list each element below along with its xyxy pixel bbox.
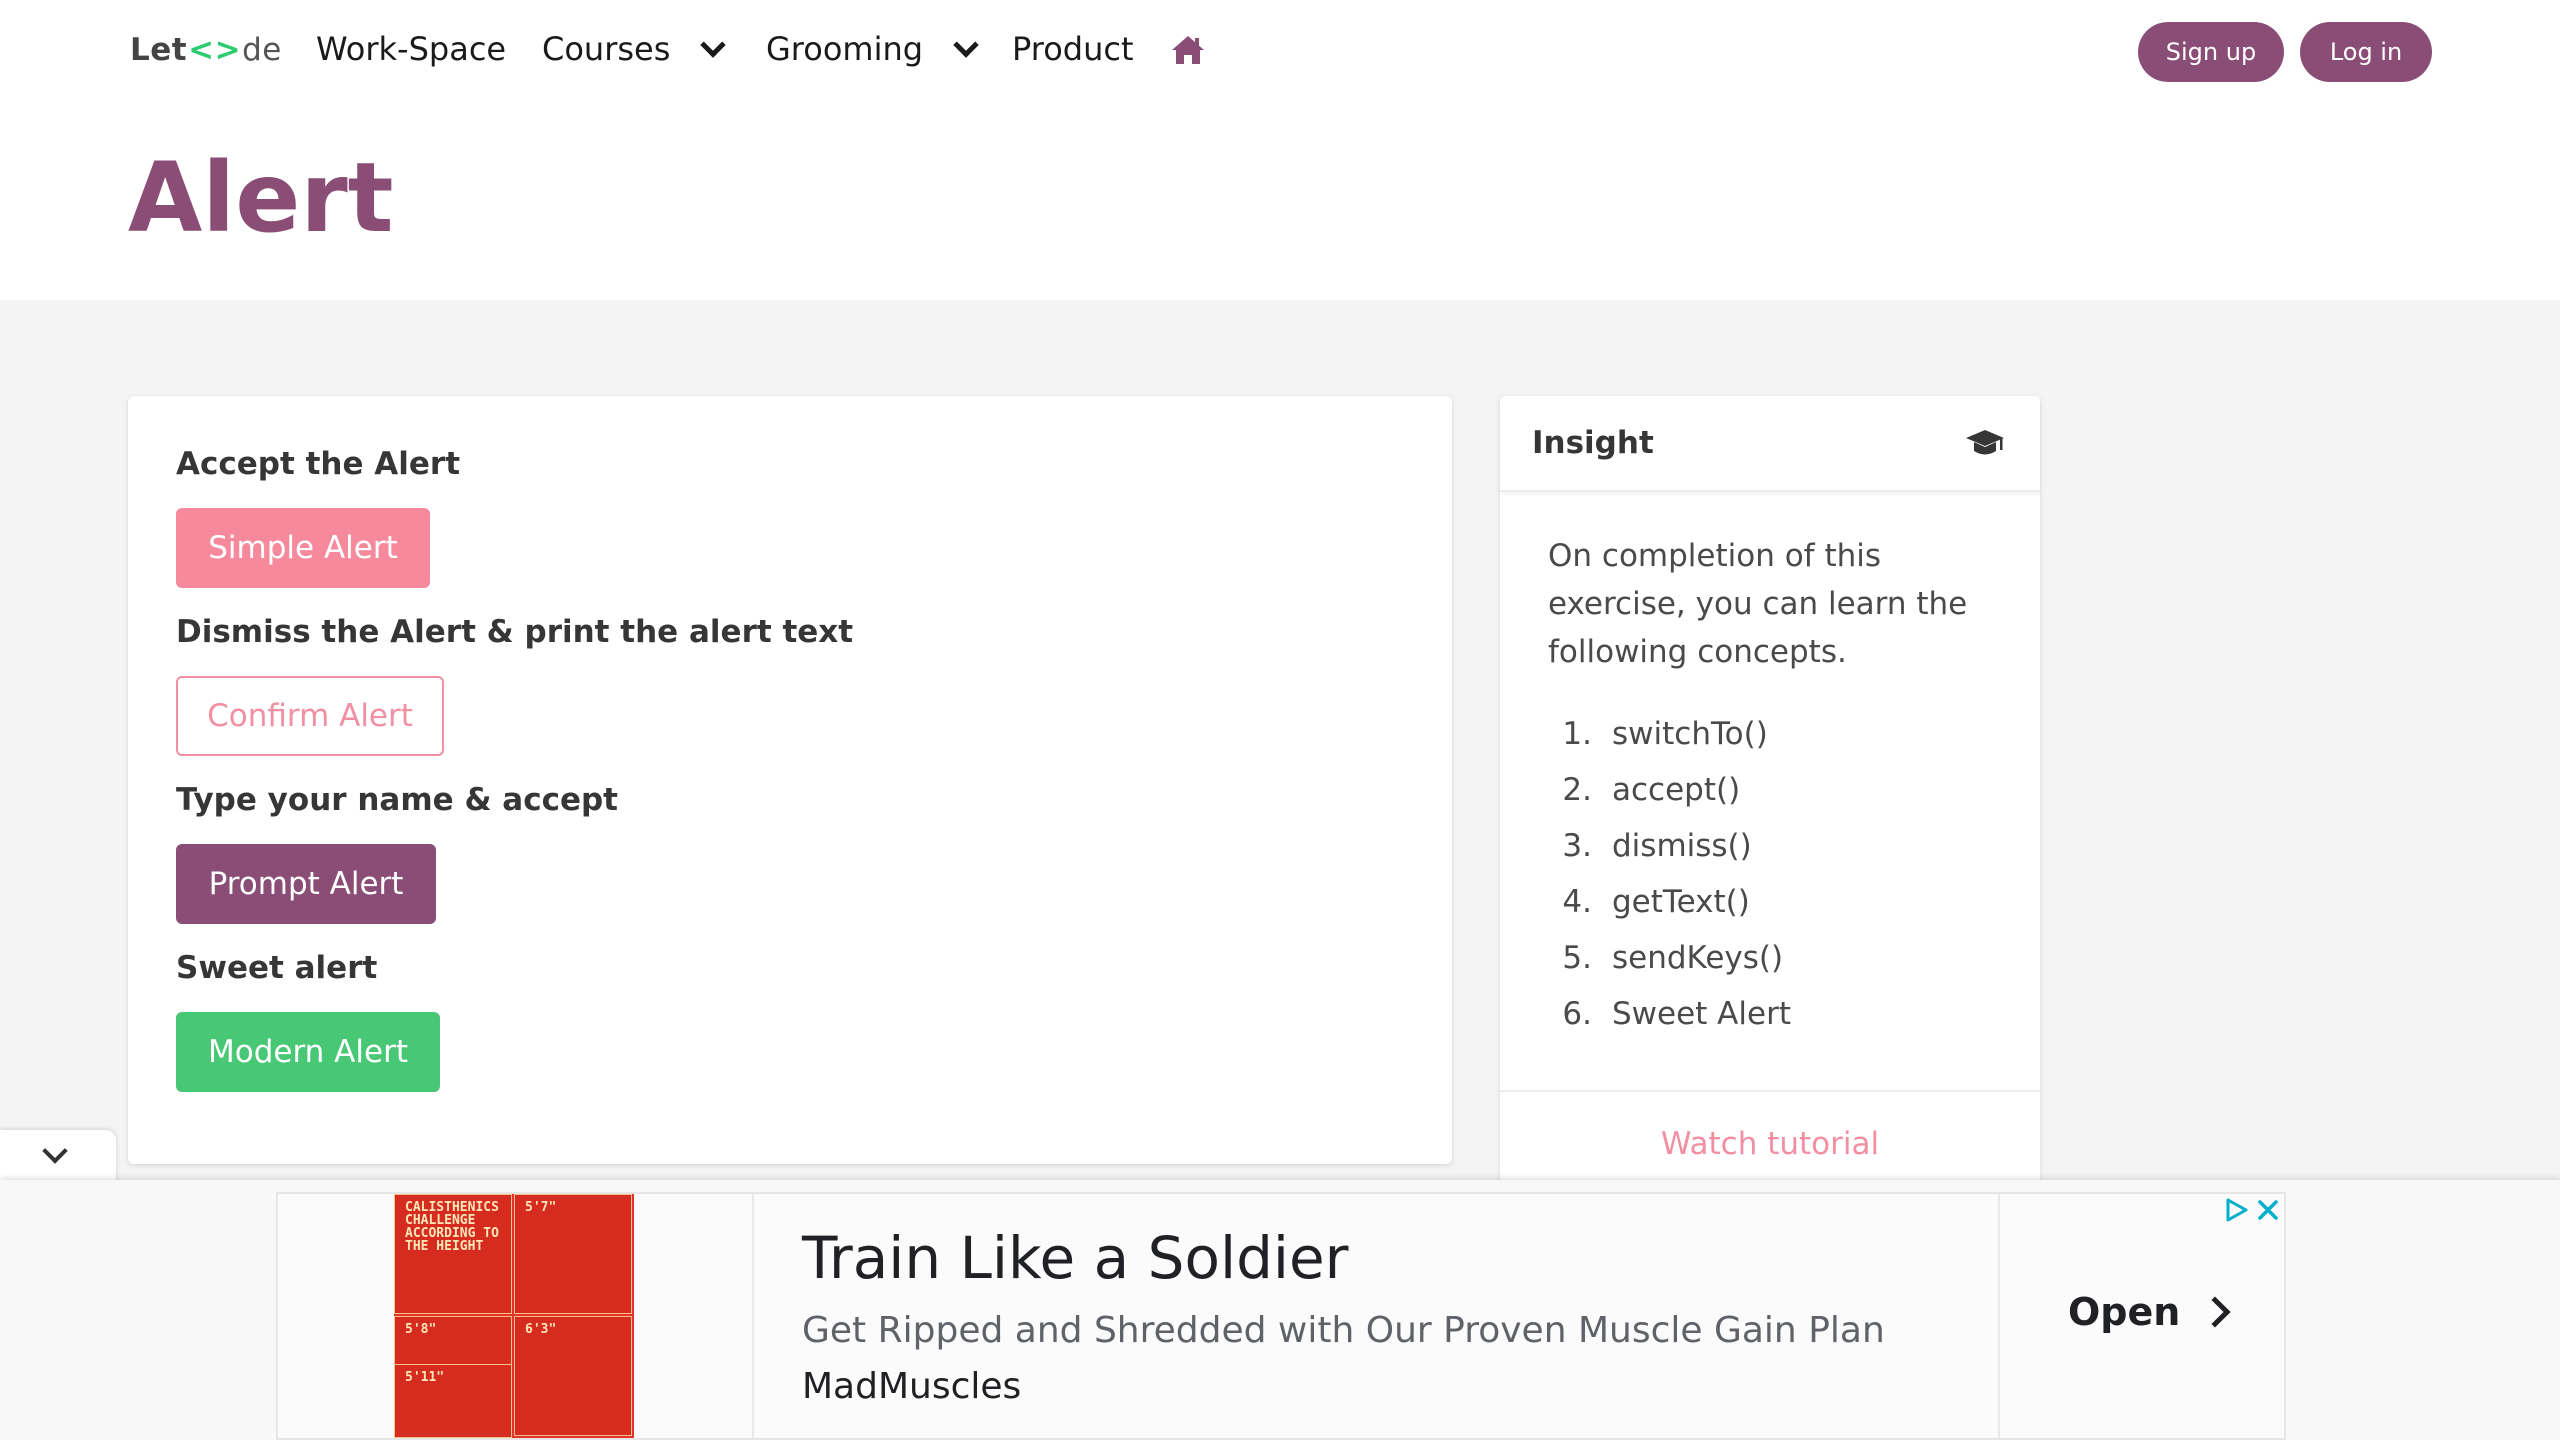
prompt-alert-label: Type your name & accept (176, 782, 618, 818)
ad-divider (1998, 1194, 2000, 1438)
ad-image-panel: CALISTHENICS CHALLENGE ACCORDING TO THE … (394, 1194, 512, 1314)
login-button[interactable]: Log in (2300, 22, 2432, 82)
concepts-list: 1. switchTo() 2. accept() 3. dismiss() 4. ge… (1548, 706, 1992, 1042)
nav-courses-dropdown[interactable]: Courses (542, 30, 727, 68)
ad-title[interactable]: Train Like a Soldier (802, 1224, 1349, 1292)
ad-image[interactable]: CALISTHENICS CHALLENGE ACCORDING TO THE … (394, 1194, 634, 1438)
ad-choices-icon[interactable] (2224, 1198, 2248, 1222)
insight-card: Insight On completion of this exercise, … (1500, 396, 2040, 1196)
alerts-card: Accept the Alert Simple Alert Dismiss th… (128, 396, 1452, 1164)
ad-image-panel: 5'7" (514, 1194, 632, 1314)
chevron-down-icon (953, 32, 979, 58)
ad-divider (752, 1194, 754, 1438)
accept-alert-label: Accept the Alert (176, 446, 461, 482)
ad-open-button[interactable]: Open (2068, 1290, 2231, 1334)
nav-grooming-dropdown[interactable]: Grooming (766, 30, 979, 68)
page-title: Alert (128, 142, 394, 254)
letcode-logo[interactable]: Let <> de (130, 32, 282, 68)
ad-collapse-toggle[interactable] (0, 1130, 116, 1184)
list-item: 4. getText() (1562, 884, 1750, 920)
nav-workspace-link[interactable]: Work-Space (316, 30, 506, 68)
home-icon[interactable] (1170, 34, 1206, 66)
simple-alert-button[interactable]: Simple Alert (176, 508, 430, 588)
graduation-cap-icon (1966, 430, 2004, 455)
chevron-right-icon (2199, 1296, 2231, 1328)
list-item: 2. accept() (1562, 772, 1741, 808)
navbar: Let <> de Work-Space Courses Grooming Prod… (0, 0, 2560, 104)
ad-image-panel: 5'11" (394, 1364, 512, 1438)
ad-brand: MadMuscles (802, 1366, 1022, 1407)
insight-intro: On completion of this exercise, you can … (1548, 538, 1968, 670)
ad-image-panel: 6'3" (514, 1316, 632, 1436)
list-item: 6. Sweet Alert (1562, 996, 1791, 1032)
list-item: 5. sendKeys() (1562, 940, 1784, 976)
insight-body: On completion of this exercise, you can … (1500, 492, 2040, 1042)
chevron-down-icon (700, 32, 727, 58)
chevron-down-icon (42, 1138, 68, 1164)
insight-title: Insight (1532, 425, 1654, 461)
ad-banner-bar: CALISTHENICS CHALLENGE ACCORDING TO THE … (0, 1180, 2560, 1440)
logo-code-glyph: <> (188, 32, 242, 68)
nav-product-link[interactable]: Product (1012, 30, 1134, 68)
modern-alert-button[interactable]: Modern Alert (176, 1012, 440, 1092)
page-hero: Alert (0, 104, 2560, 300)
sweet-alert-label: Sweet alert (176, 950, 378, 986)
ad-banner[interactable]: CALISTHENICS CHALLENGE ACCORDING TO THE … (276, 1192, 2286, 1440)
list-item: 1. switchTo() (1562, 716, 1768, 752)
close-icon[interactable] (2256, 1198, 2280, 1222)
insight-header: Insight (1500, 396, 2040, 492)
list-item: 3. dismiss() (1562, 828, 1752, 864)
ad-description: Get Ripped and Shredded with Our Proven … (802, 1310, 1885, 1351)
dismiss-alert-label: Dismiss the Alert & print the alert text (176, 614, 854, 650)
confirm-alert-button[interactable]: Confirm Alert (176, 676, 444, 756)
prompt-alert-button[interactable]: Prompt Alert (176, 844, 436, 924)
signup-button[interactable]: Sign up (2138, 22, 2284, 82)
